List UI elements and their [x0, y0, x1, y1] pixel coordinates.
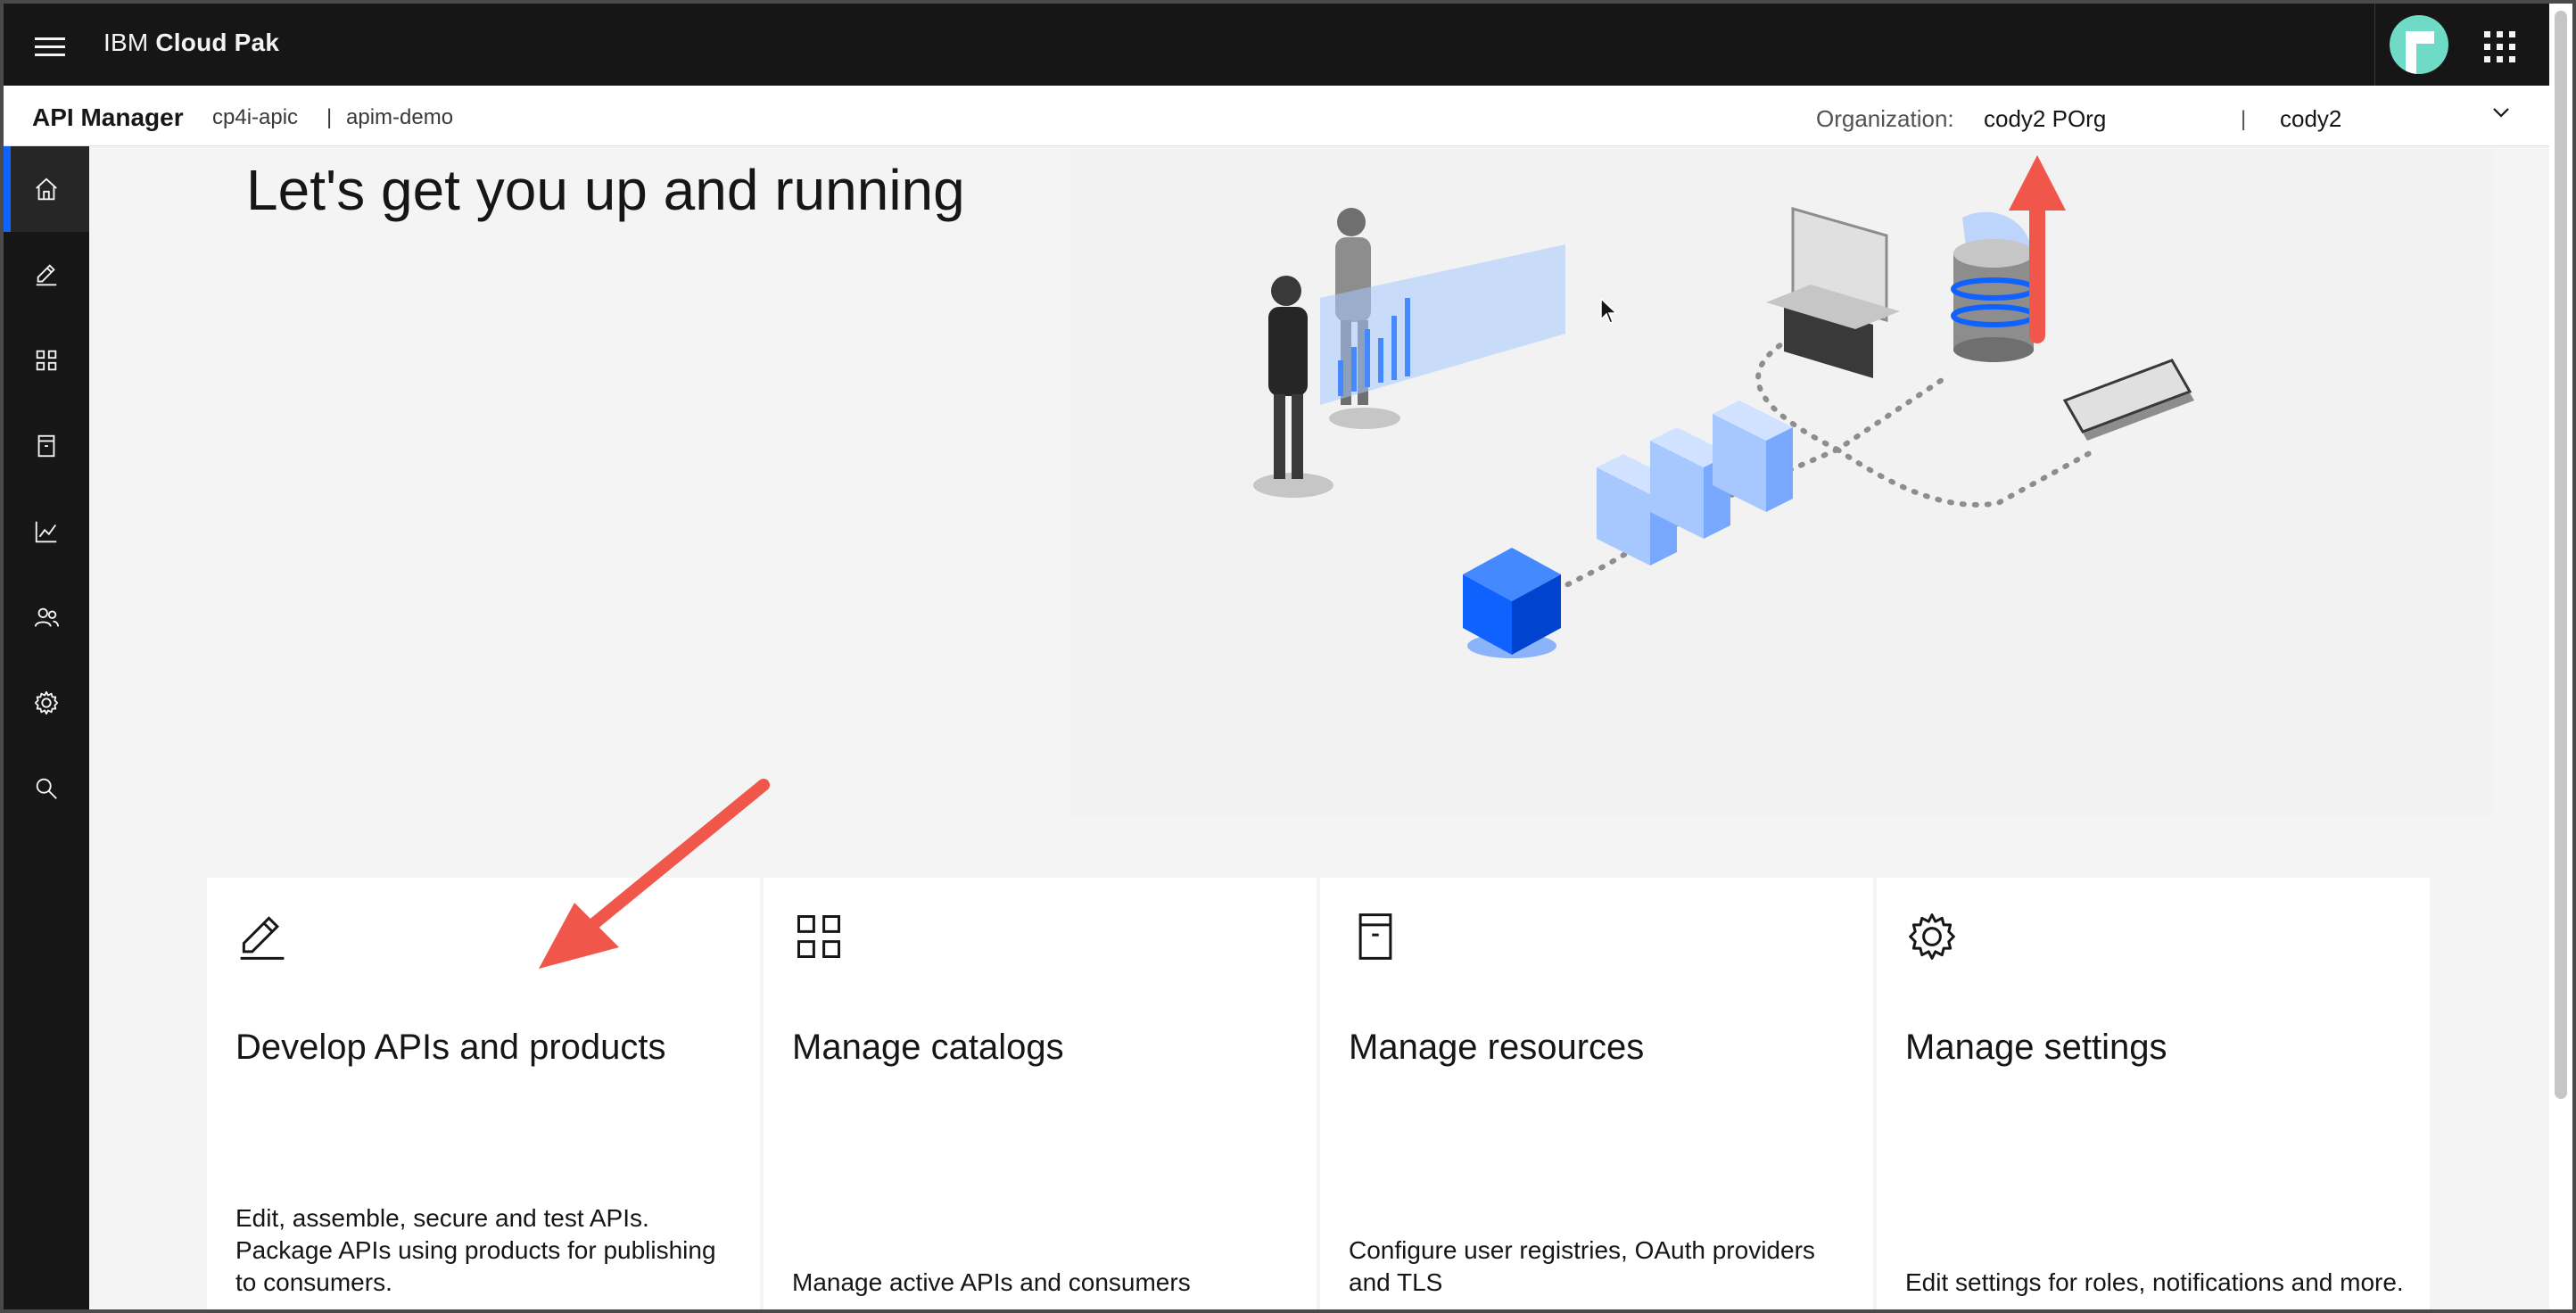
annotation-overlay: [539, 155, 2066, 969]
annotation-arrow-develop: [539, 779, 770, 969]
annotation-arrow-organization: [2009, 155, 2066, 343]
app-window: IBM Cloud Pak API Manager cp4i-apic | ap…: [4, 4, 2549, 1309]
scrollbar-thumb[interactable]: [2555, 11, 2567, 1099]
vertical-scrollbar[interactable]: [2549, 4, 2572, 1309]
